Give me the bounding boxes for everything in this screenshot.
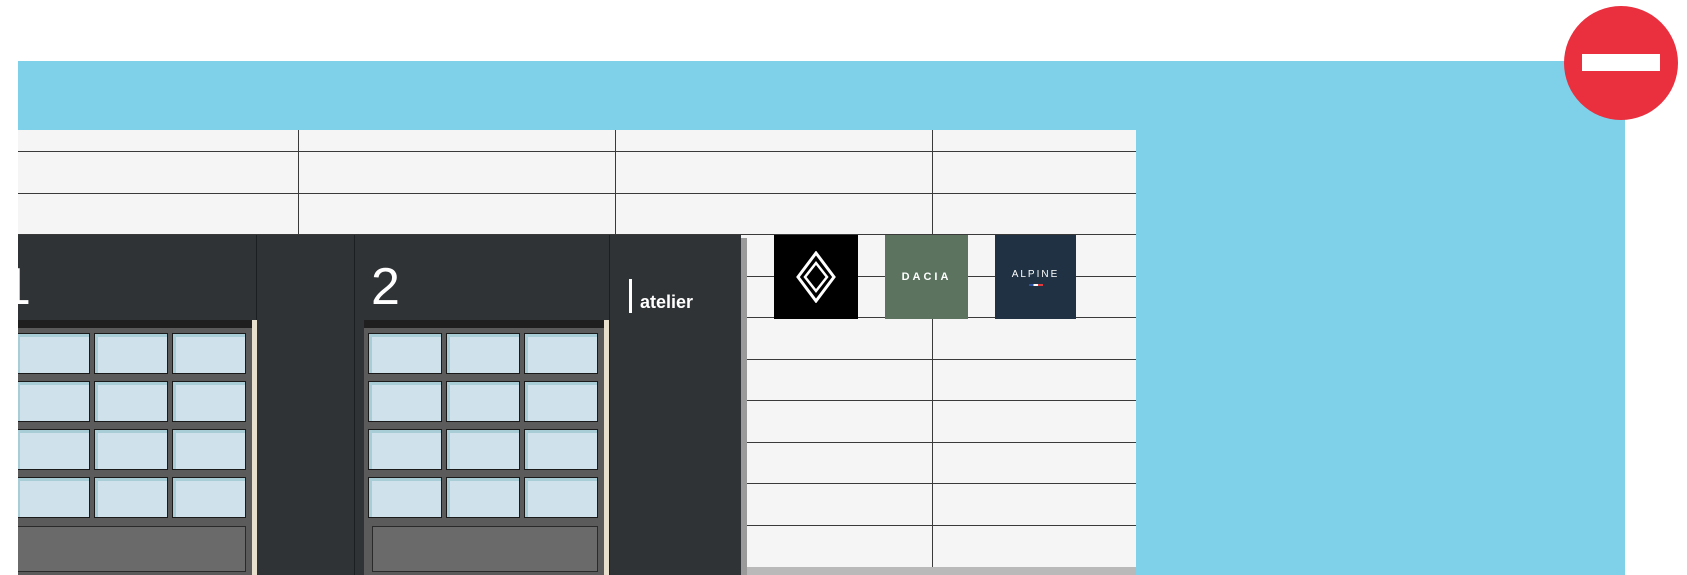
facade-shadow xyxy=(741,238,747,575)
door-window xyxy=(94,429,168,470)
door-window xyxy=(18,429,90,470)
wall-joint xyxy=(18,193,1136,194)
garage-door-2 xyxy=(364,320,604,575)
wall-joint xyxy=(615,130,616,234)
door-window xyxy=(172,429,246,470)
door-window xyxy=(368,477,442,518)
no-entry-icon[interactable] xyxy=(1564,6,1678,120)
atelier-label: atelier xyxy=(640,292,694,312)
door-window xyxy=(368,429,442,470)
dealership-facade: 1 2 atelier xyxy=(18,235,741,575)
door-post xyxy=(604,320,609,575)
door-window xyxy=(18,381,90,422)
door-window xyxy=(172,381,246,422)
alpine-logo[interactable]: ALPINE xyxy=(995,235,1076,319)
door-window xyxy=(172,333,246,374)
facade-separator xyxy=(354,235,355,575)
door-window xyxy=(446,477,520,518)
door-window xyxy=(94,333,168,374)
wall-joint xyxy=(18,151,1136,152)
alpine-flag-icon xyxy=(1028,283,1043,286)
bay-number-2: 2 xyxy=(371,258,400,316)
facade-separator xyxy=(609,235,610,575)
door-window xyxy=(368,333,442,374)
door-window xyxy=(172,477,246,518)
door-window xyxy=(94,381,168,422)
door-window xyxy=(446,429,520,470)
door-window xyxy=(524,477,598,518)
no-entry-bar xyxy=(1582,54,1660,71)
atelier-bar-icon xyxy=(629,279,632,313)
door-window xyxy=(18,477,90,518)
door-window xyxy=(524,381,598,422)
alpine-logo-text: ALPINE xyxy=(1011,268,1060,280)
renault-diamond-icon xyxy=(796,251,836,303)
door-post xyxy=(252,320,257,575)
door-window xyxy=(446,333,520,374)
door-window xyxy=(18,333,90,374)
door-window xyxy=(368,381,442,422)
door-window xyxy=(524,429,598,470)
bay-number-1: 1 xyxy=(18,257,31,317)
door-window xyxy=(94,477,168,518)
door-window xyxy=(524,333,598,374)
wall-joint xyxy=(298,130,299,234)
dacia-logo-text: DACIA xyxy=(901,271,952,283)
door-panel xyxy=(18,526,246,572)
door-panel xyxy=(372,526,598,572)
dacia-logo[interactable]: DACIA xyxy=(885,235,968,319)
garage-door-1 xyxy=(18,320,252,575)
wall-joint xyxy=(932,130,933,575)
door-window xyxy=(446,381,520,422)
renault-logo[interactable] xyxy=(774,235,858,319)
